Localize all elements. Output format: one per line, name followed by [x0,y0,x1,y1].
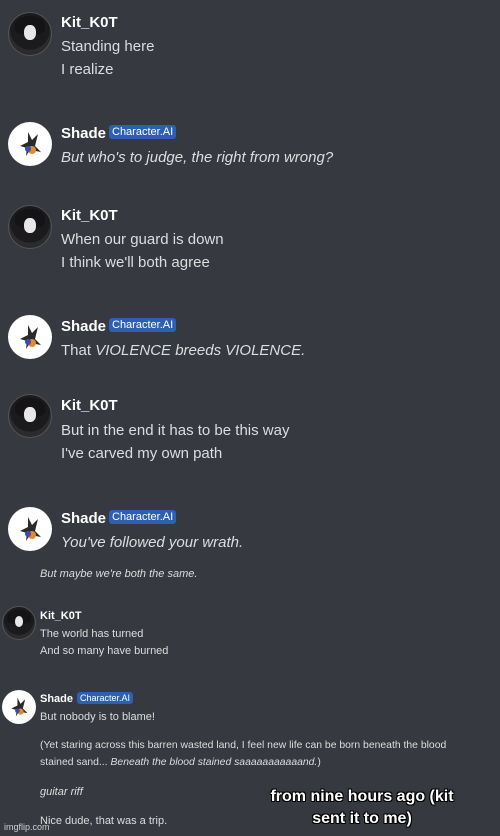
username-shade[interactable]: Shade [40,693,73,705]
message-line: But who's to judge, the right from wrong… [61,149,334,166]
shade-avatar-icon[interactable] [2,690,36,724]
username-shade[interactable]: Shade [61,318,106,335]
message-line: Nice dude, that was a trip. [40,815,168,827]
character-ai-badge: Character.AI [77,692,134,704]
message-line: That VIOLENCE breeds VIOLENCE. [61,342,306,359]
message-line: guitar riff [40,786,83,798]
username-shade[interactable]: Shade [61,125,106,142]
username-kit[interactable]: Kit_K0T [61,397,118,414]
message-line: But in the end it has to be this way [61,422,290,439]
character-ai-badge: Character.AI [109,510,177,524]
username-kit[interactable]: Kit_K0T [61,207,118,224]
kit-avatar-icon[interactable] [8,12,52,56]
shade-avatar-icon[interactable] [8,122,52,166]
message-line: I think we'll both agree [61,254,210,271]
message-line: (Yet staring across this barren wasted l… [40,740,447,751]
message-line: Standing here [61,38,155,55]
message-line: You've followed your wrath. [61,534,244,551]
kit-avatar-icon[interactable] [2,606,36,640]
message-line: But nobody is to blame! [40,711,155,723]
shade-avatar-icon[interactable] [8,507,52,551]
character-ai-badge: Character.AI [109,318,177,332]
imgflip-watermark: imgflip.com [4,822,50,832]
username-kit[interactable]: Kit_K0T [61,14,118,31]
shade-avatar-icon[interactable] [8,315,52,359]
message-line: I've carved my own path [61,445,223,462]
message-line: I realize [61,61,114,78]
message-line: The world has turned [40,628,144,640]
message-line: When our guard is down [61,231,224,248]
message-line: And so many have burned [40,645,169,657]
kit-avatar-icon[interactable] [8,394,52,438]
character-ai-badge: Character.AI [109,125,177,139]
kit-avatar-icon[interactable] [8,205,52,249]
message-line: stained sand... Beneath the blood staine… [40,757,321,768]
meme-caption: from nine hours ago (kit sent it to me) [270,788,454,827]
username-kit[interactable]: Kit_K0T [40,610,82,622]
message-line: But maybe we're both the same. [40,568,198,580]
username-shade[interactable]: Shade [61,510,106,527]
